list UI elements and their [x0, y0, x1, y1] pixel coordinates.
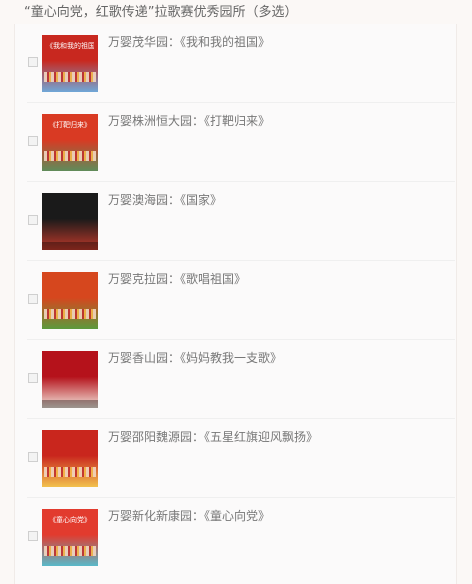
thumbnail-video-bar: [42, 400, 98, 408]
thumbnail-caption: 《童心向党》: [49, 516, 91, 524]
option-label: 万婴香山园：《妈妈教我一支歌》: [108, 351, 283, 365]
option-item[interactable]: 《我和我的祖国》 万婴茂华园：《我和我的祖国》: [27, 24, 455, 103]
options-panel: 《我和我的祖国》 万婴茂华园：《我和我的祖国》 《打靶归来》 万婴株洲恒大园：《…: [14, 24, 457, 584]
thumbnail-figures: [44, 151, 96, 161]
thumbnail-figures: [44, 467, 96, 477]
question-title: “童心向党，红歌传递”拉歌赛优秀园所（多选）: [24, 5, 298, 20]
option-item[interactable]: 《童心向党》 万婴新化新康园：《童心向党》: [27, 498, 455, 577]
option-label: 万婴邵阳魏源园：《五星红旗迎风飘扬》: [108, 430, 319, 444]
thumbnail-figures: [44, 72, 96, 82]
thumbnail-caption: [46, 278, 94, 288]
option-item[interactable]: 《打靶归来》 万婴株洲恒大园：《打靶归来》: [27, 103, 455, 182]
option-thumbnail[interactable]: 《我和我的祖国》: [42, 35, 98, 92]
thumbnail-caption: [46, 357, 94, 367]
thumbnail-figures: [44, 309, 96, 319]
thumbnail-caption: 《打靶归来》: [49, 121, 91, 129]
option-label: 万婴澳海园：《国家》: [108, 193, 223, 207]
option-checkbox[interactable]: [28, 294, 38, 304]
option-label: 万婴株洲恒大园：《打靶归来》: [108, 114, 271, 128]
thumbnail-figures: [44, 546, 96, 556]
thumbnail-caption: 《我和我的祖国》: [46, 42, 94, 50]
option-checkbox[interactable]: [28, 452, 38, 462]
option-checkbox[interactable]: [28, 136, 38, 146]
option-thumbnail[interactable]: [42, 351, 98, 408]
option-checkbox[interactable]: [28, 57, 38, 67]
option-item[interactable]: 万婴克拉园：《歌唱祖国》: [27, 261, 455, 340]
option-checkbox[interactable]: [28, 531, 38, 541]
thumbnail-video-bar: [42, 242, 98, 250]
option-label: 万婴克拉园：《歌唱祖国》: [108, 272, 247, 286]
option-item[interactable]: 万婴澳海园：《国家》: [27, 182, 455, 261]
option-label: 万婴茂华园：《我和我的祖国》: [108, 35, 271, 49]
option-thumbnail[interactable]: [42, 272, 98, 329]
option-label: 万婴新化新康园：《童心向党》: [108, 509, 271, 523]
option-item[interactable]: 万婴香山园：《妈妈教我一支歌》: [27, 340, 455, 419]
survey-page: “童心向党，红歌传递”拉歌赛优秀园所（多选） 《我和我的祖国》 万婴茂华园：《我…: [0, 0, 472, 584]
option-checkbox[interactable]: [28, 215, 38, 225]
option-thumbnail[interactable]: [42, 193, 98, 250]
option-thumbnail[interactable]: 《童心向党》: [42, 509, 98, 566]
option-thumbnail[interactable]: [42, 430, 98, 487]
thumbnail-caption: [46, 436, 94, 446]
option-checkbox[interactable]: [28, 373, 38, 383]
thumbnail-caption: [46, 199, 94, 209]
option-thumbnail[interactable]: 《打靶归来》: [42, 114, 98, 171]
option-item[interactable]: 万婴邵阳魏源园：《五星红旗迎风飘扬》: [27, 419, 455, 498]
